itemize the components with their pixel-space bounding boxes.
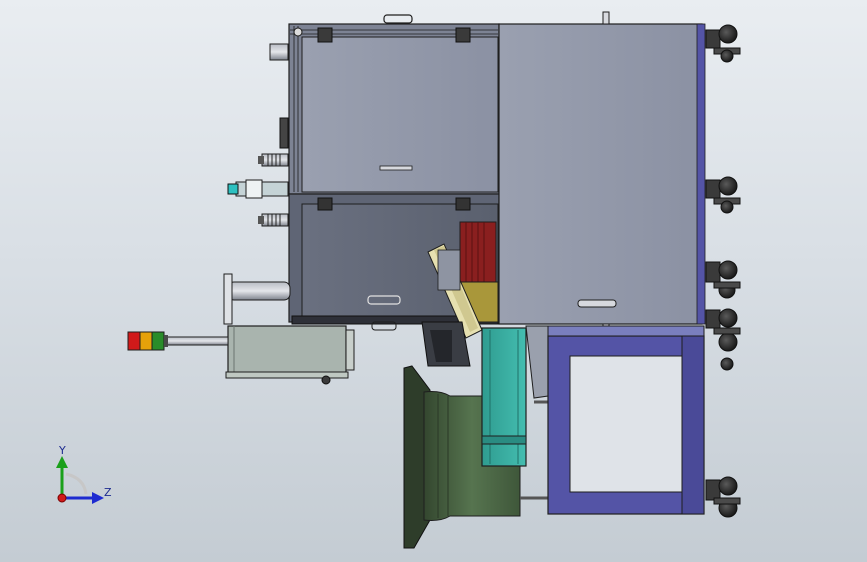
control-box xyxy=(225,325,355,385)
orientation-triad: Y Z xyxy=(56,444,112,504)
caster-2 xyxy=(705,176,741,214)
y-axis-label: Y xyxy=(58,444,66,457)
casters xyxy=(705,24,741,518)
caster-5 xyxy=(705,476,741,518)
blue-frame xyxy=(547,325,705,515)
caster-3 xyxy=(705,260,741,299)
right-cabinet xyxy=(498,11,706,333)
x-axis-dot xyxy=(57,493,67,503)
caster-4 xyxy=(705,308,741,371)
signal-tower xyxy=(127,331,229,351)
cad-model-drawing: Y Z xyxy=(56,11,741,549)
cad-viewport[interactable]: Y Z xyxy=(0,0,867,562)
caster-1 xyxy=(705,24,741,63)
z-axis-label: Z xyxy=(104,486,112,499)
upper-drawer xyxy=(269,14,500,195)
side-fittings xyxy=(223,153,291,325)
green-bell-housing xyxy=(403,365,552,549)
